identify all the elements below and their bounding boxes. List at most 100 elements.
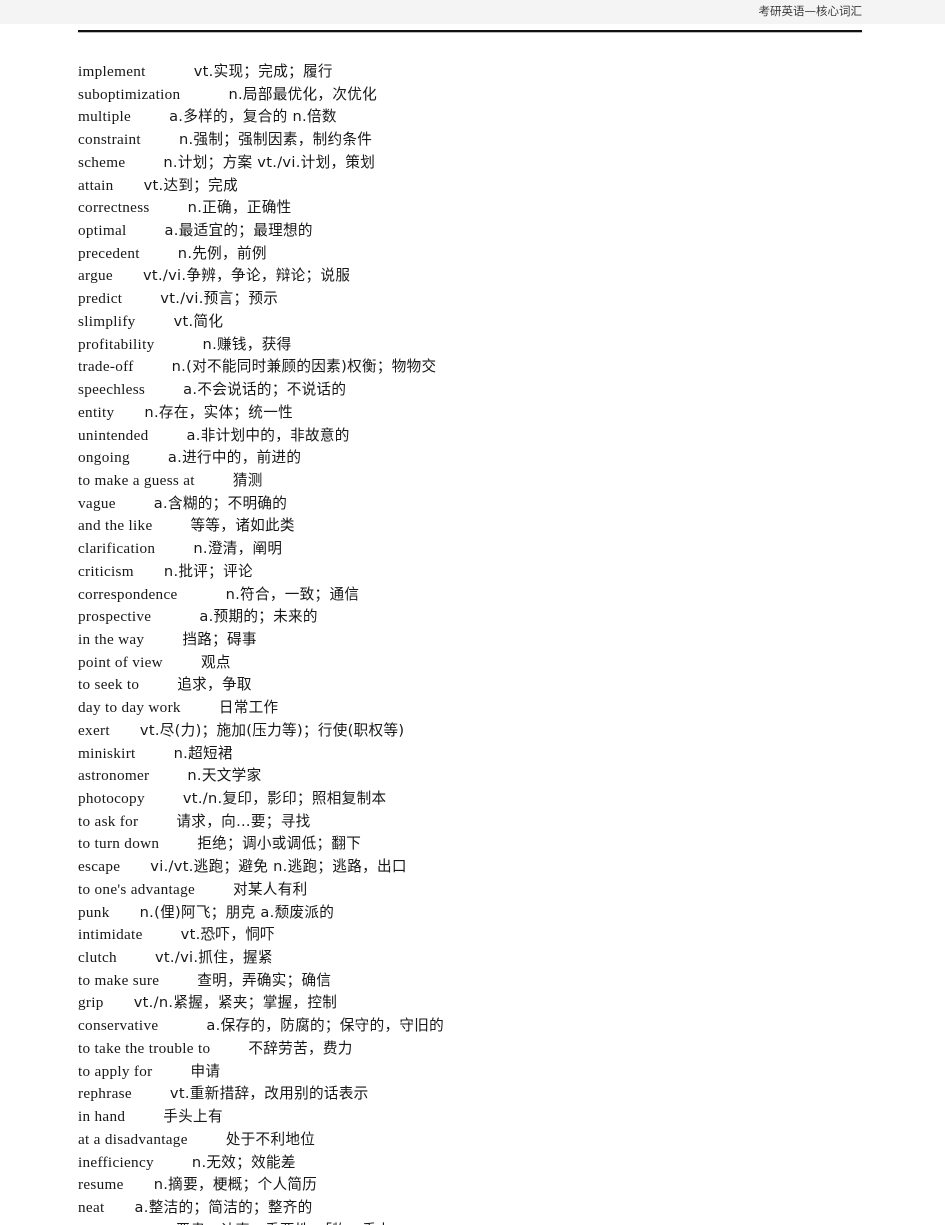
entry-term: miniskirt [78, 744, 136, 762]
entry-definition: 追求，争取 [177, 676, 252, 694]
entry-term: correctness [78, 199, 150, 217]
entry-term: exert [78, 721, 110, 739]
entry-term: grip [78, 994, 104, 1012]
entry-definition: 手头上有 [163, 1108, 223, 1126]
entry-definition: 挡路；碍事 [182, 630, 257, 648]
entry-term: scheme [78, 153, 126, 171]
vocabulary-entry: punk n.(俚)阿飞；朋克 a.颓废派的 [78, 902, 908, 925]
vocabulary-entry: ongoing a.进行中的，前进的 [78, 447, 908, 470]
vocabulary-entry: correspondence n.符合，一致；通信 [78, 584, 908, 607]
entry-term: and the like [78, 517, 153, 535]
vocabulary-entry: slimplify vt.简化 [78, 311, 908, 334]
entry-term: multiple [78, 108, 132, 126]
vocabulary-entry: in hand 手头上有 [78, 1106, 908, 1129]
vocabulary-entry: rephrase vt.重新措辞，改用别的话表示 [78, 1083, 908, 1106]
entry-definition: vt.达到；完成 [143, 176, 238, 194]
vocabulary-entry: implement vt.实现；完成；履行 [78, 61, 908, 84]
vocabulary-entry: vague a.含糊的；不明确的 [78, 493, 908, 516]
vocabulary-entry: astronomer n.天文学家 [78, 765, 908, 788]
entry-definition: 猜测 [232, 471, 263, 489]
vocabulary-entry: exert vt.尽(力)；施加(压力等)；行使(职权等) [78, 720, 908, 743]
entry-definition: 日常工作 [218, 699, 279, 717]
vocabulary-entry: point of view 观点 [78, 652, 908, 675]
entry-term: rephrase [78, 1085, 132, 1103]
entry-term: to take the trouble to [78, 1039, 211, 1057]
vocabulary-entry: day to day work 日常工作 [78, 697, 908, 720]
vocabulary-entry: in the way 挡路；碍事 [78, 629, 908, 652]
entry-definition: vt./vi.抓住，握紧 [154, 949, 273, 967]
vocabulary-entry: precedent n.先例，前例 [78, 243, 908, 266]
entry-definition: vt./vi.预言；预示 [160, 290, 279, 308]
vocabulary-entry: profitability n.赚钱，获得 [78, 334, 908, 357]
entry-term: at a disadvantage [78, 1130, 188, 1148]
entry-term: prospective [78, 608, 152, 626]
vocabulary-list: implement vt.实现；完成；履行 suboptimization n.局部最… [78, 61, 908, 1225]
entry-definition: vt.恐吓，恫吓 [180, 926, 276, 944]
header-divider-rule [78, 30, 862, 32]
entry-term: to one's advantage [78, 880, 196, 898]
entry-definition: a.保存的，防腐的；保守的，守旧的 [206, 1017, 445, 1035]
entry-term: escape [78, 858, 121, 876]
entry-term: to make a guess at [78, 471, 195, 489]
entry-definition: n.符合，一致；通信 [225, 585, 360, 603]
entry-definition: n.局部最优化，次优化 [228, 85, 378, 103]
entry-definition: a.整洁的；简洁的；整齐的 [134, 1198, 313, 1216]
entry-definition: n.强制；强制因素，制约条件 [178, 131, 373, 149]
entry-term: slimplify [78, 312, 136, 330]
entry-definition: n.超短裙 [173, 744, 233, 762]
entry-definition: vt.重新措辞，改用别的话表示 [169, 1085, 369, 1103]
entry-definition: a.非计划中的，非故意的 [186, 426, 350, 444]
vocabulary-entry: predict vt./vi.预言；预示 [78, 288, 908, 311]
running-header-title: 考研英语—核心词汇 [758, 4, 863, 18]
vocabulary-entry: grip vt./n.紧握，紧夹；掌握，控制 [78, 992, 908, 1015]
entry-term: astronomer [78, 767, 150, 785]
vocabulary-entry: photocopy vt./n.复印，影印；照相复制本 [78, 788, 908, 811]
entry-definition: n.(俚)阿飞；朋克 a.颓废派的 [139, 903, 335, 921]
entry-term: speechless [78, 381, 146, 399]
entry-definition: 请求，向…要；寻找 [176, 812, 311, 830]
vocabulary-entry: to seek to 追求，争取 [78, 674, 908, 697]
entry-term: neat [78, 1198, 105, 1216]
vocabulary-entry: to turn down 拒绝；调小或调低；翻下 [78, 833, 908, 856]
entry-term: to apply for [78, 1062, 153, 1080]
entry-definition: n.计划；方案 vt./vi.计划，策划 [163, 153, 376, 171]
entry-term: gravity [78, 1222, 123, 1225]
vocabulary-entry: miniskirt n.超短裙 [78, 743, 908, 766]
entry-term: to seek to [78, 676, 140, 694]
vocabulary-entry: inefficiency n.无效；效能差 [78, 1152, 908, 1175]
entry-term: suboptimization [78, 85, 181, 103]
entry-term: predict [78, 290, 123, 308]
vocabulary-entry: unintended a.非计划中的，非故意的 [78, 425, 908, 448]
entry-term: inefficiency [78, 1153, 154, 1171]
entry-term: criticism [78, 562, 134, 580]
vocabulary-entry: to one's advantage 对某人有利 [78, 879, 908, 902]
entry-term: constraint [78, 131, 141, 149]
entry-term: optimal [78, 222, 127, 240]
vocabulary-entry: speechless a.不会说话的；不说话的 [78, 379, 908, 402]
entry-term: correspondence [78, 585, 178, 603]
vocabulary-entry: entity n.存在，实体；统一性 [78, 402, 908, 425]
vocabulary-entry: resume n.摘要，梗概；个人简历 [78, 1174, 908, 1197]
entry-definition: n.正确，正确性 [187, 199, 292, 217]
entry-definition: vt.实现；完成；履行 [193, 63, 333, 80]
entry-definition: vt./vi.争辨，争论，辩论；说服 [142, 267, 351, 285]
entry-definition: 查明，弄确实；确信 [197, 971, 332, 989]
entry-definition: n.澄清，阐明 [193, 540, 283, 558]
entry-term: in the way [78, 630, 145, 648]
entry-term: conservative [78, 1017, 159, 1035]
vocabulary-entry: correctness n.正确，正确性 [78, 197, 908, 220]
entry-term: profitability [78, 335, 155, 353]
vocabulary-entry: prospective a.预期的；未来的 [78, 606, 908, 629]
vocabulary-entry: trade-off n.(对不能同时兼顾的因素)权衡；物物交 [78, 356, 908, 379]
entry-term: day to day work [78, 699, 181, 717]
entry-definition: n.赚钱，获得 [202, 335, 292, 353]
entry-definition: vt./n.紧握，紧夹；掌握，控制 [133, 994, 338, 1012]
entry-term: ongoing [78, 449, 130, 467]
entry-definition: n.(对不能同时兼顾的因素)权衡；物物交 [171, 358, 437, 376]
entry-definition: a.含糊的；不明确的 [153, 494, 288, 512]
entry-definition: 处于不利地位 [225, 1130, 316, 1148]
entry-definition: 等等，诸如此类 [190, 517, 295, 535]
vocabulary-entry: to apply for 申请 [78, 1061, 908, 1084]
vocabulary-entry: optimal a.最适宜的；最理想的 [78, 220, 908, 243]
entry-term: to make sure [78, 971, 160, 989]
